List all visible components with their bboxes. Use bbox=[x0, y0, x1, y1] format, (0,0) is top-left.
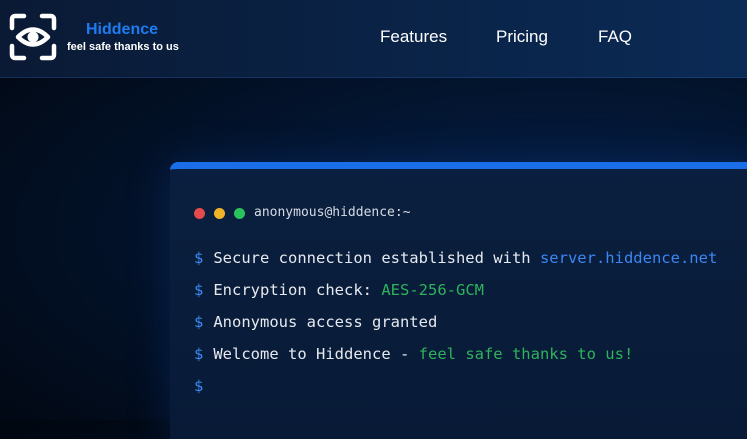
terminal-minimize-dot bbox=[214, 208, 225, 219]
terminal-line-highlight: feel safe thanks to us! bbox=[418, 345, 634, 363]
terminal-line: $ Anonymous access granted bbox=[194, 313, 437, 331]
brand-name[interactable]: Hiddence bbox=[86, 21, 158, 39]
terminal-prompt: $ bbox=[194, 249, 204, 267]
terminal-line-highlight: server.hiddence.net bbox=[539, 249, 718, 267]
terminal-line-text: Encryption check: bbox=[213, 281, 372, 299]
nav-faq-link[interactable]: FAQ bbox=[598, 27, 632, 47]
terminal-line: $ Encryption check: AES-256-GCM bbox=[194, 281, 484, 299]
site-header: Hiddence feel safe thanks to us Features… bbox=[0, 0, 747, 78]
terminal-line: $ Welcome to Hiddence - feel safe thanks … bbox=[194, 345, 633, 363]
terminal-close-dot bbox=[194, 208, 205, 219]
terminal-input-line[interactable]: $ bbox=[194, 377, 213, 395]
terminal-title: anonymous@hiddence:~ bbox=[254, 205, 411, 220]
terminal-line-text: Welcome to Hiddence - bbox=[213, 345, 410, 363]
terminal-line-highlight: AES-256-GCM bbox=[381, 281, 484, 299]
terminal-window: anonymous@hiddence:~ $ Secure connection … bbox=[170, 162, 747, 439]
terminal-prompt: $ bbox=[194, 313, 204, 331]
terminal-prompt: $ bbox=[194, 377, 204, 395]
terminal-prompt: $ bbox=[194, 281, 204, 299]
eye-scan-icon[interactable] bbox=[8, 12, 58, 62]
terminal-prompt: $ bbox=[194, 345, 204, 363]
terminal-line-text: Secure connection established with bbox=[213, 249, 531, 267]
terminal-line-text: Anonymous access granted bbox=[213, 313, 438, 331]
terminal-maximize-dot bbox=[234, 208, 245, 219]
terminal-line: $ Secure connection established with serv… bbox=[194, 249, 717, 267]
brand-tagline: feel safe thanks to us bbox=[67, 41, 179, 53]
nav-pricing-link[interactable]: Pricing bbox=[496, 27, 548, 47]
nav-features-link[interactable]: Features bbox=[380, 27, 447, 47]
